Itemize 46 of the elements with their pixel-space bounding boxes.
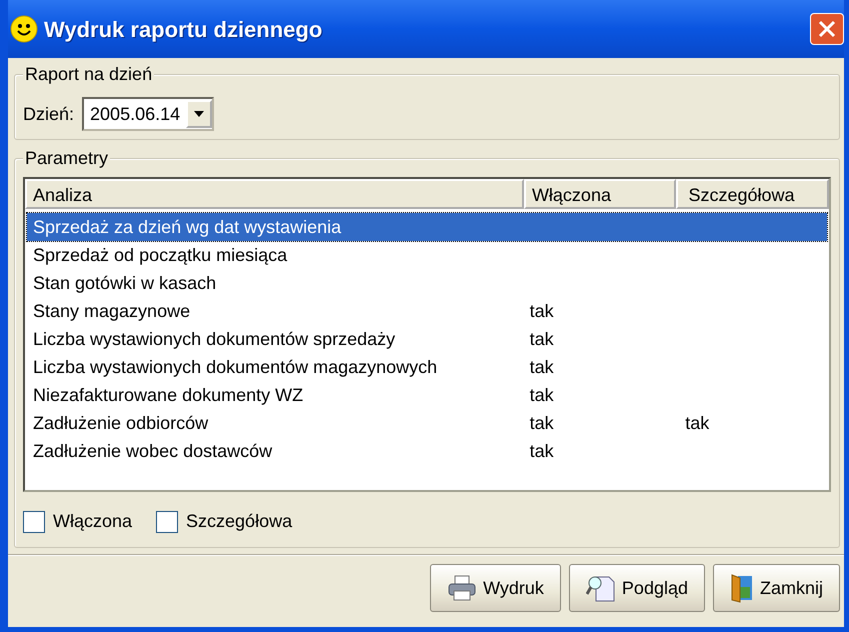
table-cell-text: Sprzedaż za dzień wg dat wystawienia — [32, 216, 342, 239]
table-cell-text: Liczba wystawionych dokumentów sprzedaży — [32, 328, 396, 351]
checkbox[interactable] — [156, 510, 178, 532]
dialog-button[interactable]: Zamknij — [712, 564, 840, 612]
dropdown-button[interactable] — [186, 100, 212, 128]
list-row[interactable]: Stany magazynowe tak — [27, 297, 827, 325]
table-cell-text: Liczba wystawionych dokumentów magazynowych — [32, 356, 438, 379]
table-cell-text: Sprzedaż od początku miesiąca — [32, 244, 288, 267]
list-row[interactable]: Zadłużenie wobec dostawców tak — [27, 437, 827, 465]
checkbox-label: Szczegółowa — [186, 510, 292, 533]
table-cell-text: Stan gotówki w kasach — [32, 272, 218, 295]
list-row[interactable]: Stan gotówki w kasach — [27, 269, 827, 297]
table-cell-text: Zadłużenie wobec dostawców — [32, 440, 274, 463]
close-icon — [817, 19, 837, 39]
table-cell-text: tak — [528, 328, 555, 351]
smiley-icon — [10, 15, 38, 43]
door-icon — [730, 573, 754, 603]
date-combo[interactable]: 2005.06.14 — [82, 97, 214, 131]
close-button[interactable] — [810, 13, 844, 45]
list-row[interactable]: Liczba wystawionych dokumentów sprzedaży tak — [27, 325, 827, 353]
table-cell-text: tak — [528, 384, 555, 407]
list-row[interactable]: Niezafakturowane dokumenty WZ tak — [27, 381, 827, 409]
printer-icon — [447, 575, 478, 601]
list-row[interactable]: Liczba wystawionych dokumentów magazynowych tak — [27, 353, 827, 381]
table-cell-text: tak — [528, 300, 555, 323]
column-header[interactable]: Analiza — [25, 179, 524, 209]
table-cell-text: tak — [528, 412, 555, 435]
list-row[interactable]: Sprzedaż za dzień wg dat wystawienia — [27, 213, 827, 241]
list-row[interactable]: Sprzedaż od początku miesiąca — [27, 241, 827, 269]
magnifier-page-icon — [586, 574, 616, 602]
list-row[interactable]: Zadłużenie odbiorców tak tak — [27, 409, 827, 437]
dialog-button[interactable]: Wydruk — [430, 564, 561, 612]
table-cell-text: tak — [528, 356, 555, 379]
table-cell-text: Zadłużenie odbiorców — [32, 412, 210, 435]
column-header[interactable]: Włączona — [524, 179, 676, 209]
window-title: Wydruk raportu dziennego — [44, 16, 324, 44]
field-label: Dzień: — [23, 102, 74, 126]
checkbox-label: Włączona — [53, 510, 132, 533]
table-cell-text: Stany magazynowe — [32, 300, 192, 323]
table-cell-text: tak — [528, 440, 555, 463]
dialog-button[interactable]: Podgląd — [568, 564, 705, 612]
checkbox[interactable] — [23, 510, 45, 532]
table-cell-text: Niezafakturowane dokumenty WZ — [32, 384, 304, 407]
caret-icon — [193, 110, 206, 118]
table-cell-text: tak — [684, 412, 710, 435]
column-header[interactable]: Szczegółowa — [676, 179, 829, 209]
